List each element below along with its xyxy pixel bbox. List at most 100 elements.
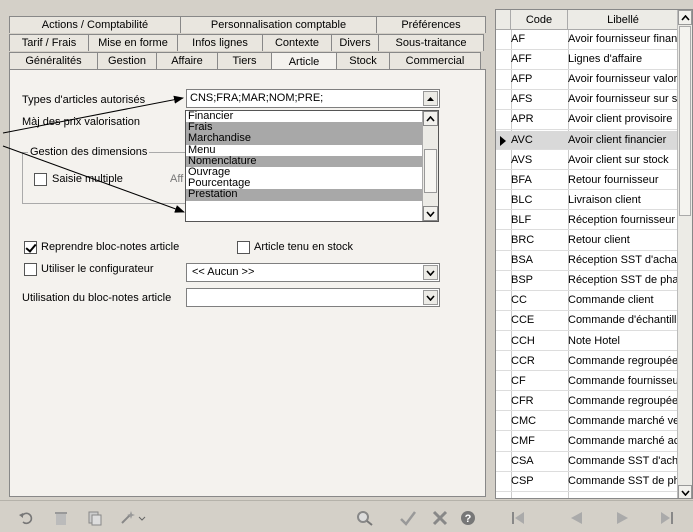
delete-icon[interactable] [51, 508, 71, 528]
table-row[interactable]: CC Commande client [496, 291, 679, 311]
column-header-libelle[interactable]: Libellé [568, 10, 679, 30]
saisie-multiple-checkbox[interactable] [34, 173, 47, 186]
table-row[interactable]: AVS Avoir client sur stock [496, 151, 679, 171]
tab-stock[interactable]: Stock [336, 52, 390, 69]
cell-libelle: Réception SST d'acha [568, 254, 677, 267]
reprendre-bloc-notes-checkbox[interactable] [24, 241, 37, 254]
cell-code: AVS [511, 153, 533, 166]
wizard-icon[interactable] [118, 508, 148, 528]
list-scrollbar[interactable] [677, 10, 692, 498]
table-row[interactable]: BLF Réception fournisseur [496, 211, 679, 231]
cell-libelle: Commande client [568, 294, 654, 307]
cell-libelle: Commande SST d'ach. [568, 455, 678, 468]
validate-icon[interactable] [398, 508, 418, 528]
scroll-down-icon[interactable] [423, 206, 438, 221]
table-row[interactable]: CSP Commande SST de ph [496, 472, 679, 492]
saisie-multiple-label: Saisie multiple [52, 173, 123, 185]
document-type-list[interactable]: Code Libellé AF Avoir fournisseur financ A… [495, 9, 693, 499]
table-row[interactable]: BRC Retour client [496, 231, 679, 251]
next-icon[interactable] [613, 508, 633, 528]
bottom-toolbar: ? [0, 500, 693, 532]
cell-libelle: Avoir client financier [568, 133, 667, 146]
tab-personnalisation-comptable[interactable]: Personnalisation comptable [180, 16, 377, 33]
table-row[interactable]: CF Commande fournisseur [496, 372, 679, 392]
table-row[interactable]: AVC Avoir client financier [496, 130, 679, 151]
table-row[interactable]: CMF Commande marché acl [496, 432, 679, 452]
tab-article[interactable]: Article [271, 52, 337, 70]
configurateur-select[interactable]: << Aucun >> [186, 263, 440, 282]
copy-icon[interactable] [85, 508, 105, 528]
table-row[interactable]: CCE Commande d'échantillc [496, 311, 679, 331]
last-icon[interactable] [657, 508, 677, 528]
tab-actions-comptabilite[interactable]: Actions / Comptabilité [9, 16, 181, 33]
configurateur-value: << Aucun >> [192, 266, 255, 278]
table-row[interactable]: CCH Note Hotel [496, 332, 679, 352]
table-row[interactable]: BSP Réception SST de pha [496, 271, 679, 291]
undo-icon[interactable] [16, 508, 36, 528]
table-row[interactable]: CSA Commande SST d'ach. [496, 452, 679, 472]
cell-libelle: Réception SST de pha [568, 274, 678, 287]
cancel-icon[interactable] [430, 508, 450, 528]
table-row[interactable]: CMC Commande marché ver [496, 412, 679, 432]
search-icon[interactable] [355, 508, 375, 528]
dropdown-scrollbar[interactable] [422, 111, 438, 221]
table-row[interactable]: BFA Retour fournisseur [496, 171, 679, 191]
tab-preferences[interactable]: Préférences [376, 16, 486, 33]
types-articles-field[interactable]: CNS;FRA;MAR;NOM;PRE; [186, 89, 440, 108]
tab-generalites[interactable]: Généralités [9, 52, 98, 69]
tab-affaire[interactable]: Affaire [156, 52, 218, 69]
types-articles-dropdown-list[interactable]: Financier Frais Marchandise Menu Nomenclatur… [185, 110, 439, 222]
tenu-stock-checkbox[interactable] [237, 241, 250, 254]
cell-code: CSA [511, 455, 534, 468]
dropdown-scroll-thumb[interactable] [424, 149, 437, 193]
cell-libelle: Avoir fournisseur financ [568, 33, 678, 45]
tab-commercial[interactable]: Commercial [389, 52, 481, 69]
window: Actions / Comptabilité Personnalisation … [0, 0, 693, 532]
tab-contexte[interactable]: Contexte [262, 34, 332, 51]
cell-code: AF [511, 33, 526, 45]
table-row[interactable]: BSA Réception SST d'acha [496, 251, 679, 271]
tab-sous-traitance[interactable]: Sous-traitance [378, 34, 484, 51]
chevron-down-icon[interactable] [423, 290, 438, 305]
cell-libelle: Avoir client sur stock [568, 153, 669, 166]
dropdown-item[interactable]: Prestation [186, 189, 423, 201]
table-row[interactable]: AFP Avoir fournisseur valori: [496, 70, 679, 90]
table-row[interactable]: AFF Lignes d'affaire [496, 50, 679, 70]
column-header-code[interactable]: Code [511, 10, 568, 30]
table-row[interactable]: CFR Commande regroupée [496, 392, 679, 412]
chevron-down-icon[interactable] [423, 265, 438, 280]
cell-libelle: Commande SST de ph [568, 475, 678, 488]
chevron-up-icon[interactable] [423, 91, 438, 106]
first-icon[interactable] [508, 508, 528, 528]
list-scroll-thumb[interactable] [679, 26, 691, 216]
cell-libelle: Livraison client [568, 193, 641, 206]
tab-tiers[interactable]: Tiers [217, 52, 272, 69]
scroll-down-icon[interactable] [678, 485, 692, 498]
tab-infos-lignes[interactable]: Infos lignes [177, 34, 263, 51]
dropdown-item[interactable]: Financier [186, 110, 423, 122]
dropdown-item[interactable]: Marchandise [186, 133, 423, 145]
scroll-up-icon[interactable] [423, 111, 438, 126]
table-row[interactable]: AF Avoir fournisseur financ [496, 30, 679, 50]
configurateur-checkbox[interactable] [24, 263, 37, 276]
cell-code: CCR [511, 354, 535, 367]
tab-tarif-frais[interactable]: Tarif / Frais [9, 34, 89, 51]
scroll-up-icon[interactable] [678, 10, 692, 25]
table-row[interactable]: BLC Livraison client [496, 191, 679, 211]
table-row[interactable]: APR Avoir client provisoire [496, 110, 679, 130]
utilisation-bloc-notes-select[interactable] [186, 288, 440, 307]
table-row[interactable]: CCR Commande regroupée [496, 352, 679, 372]
help-icon[interactable]: ? [458, 508, 478, 528]
cell-code: AFP [511, 73, 533, 86]
table-row[interactable]: AFS Avoir fournisseur sur st [496, 90, 679, 110]
tab-divers[interactable]: Divers [331, 34, 379, 51]
cell-code: BRC [511, 234, 535, 246]
cell-code: CFR [511, 394, 534, 407]
cell-code: AFS [511, 93, 533, 106]
tab-mise-en-forme[interactable]: Mise en forme [88, 34, 178, 51]
previous-icon[interactable] [566, 508, 586, 528]
dimensions-group-title: Gestion des dimensions [28, 146, 150, 158]
tab-gestion[interactable]: Gestion [97, 52, 157, 69]
tab-row-1: Actions / Comptabilité Personnalisation … [9, 16, 486, 33]
cell-code: CCE [511, 314, 535, 327]
